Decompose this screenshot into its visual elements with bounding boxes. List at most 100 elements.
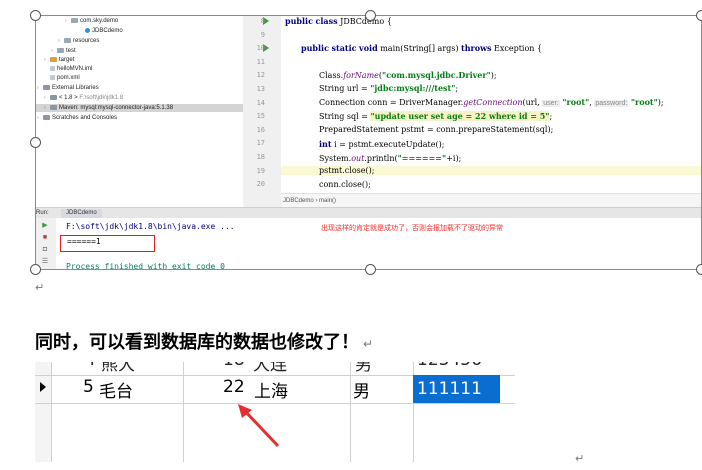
tree-item-label: helloMVN.iml — [57, 66, 93, 72]
success-annotation: 出现这样的肯定就是成功了，否则会报加载不了驱动的异常 — [321, 224, 503, 232]
current-row-indicator-icon — [40, 382, 46, 392]
cut-row-id: 4 — [85, 362, 96, 370]
tree-item-path: F:\soft\jdk\jdk1.8 — [77, 95, 124, 101]
red-arrow-icon — [238, 404, 280, 448]
row-city[interactable]: 上海 — [254, 377, 288, 402]
cut-row-gender: 男 — [355, 362, 372, 375]
param-hint-password: password: — [594, 100, 629, 107]
paragraph-mark: ↵ — [35, 281, 45, 294]
code-line-20: conn.close(); — [319, 180, 371, 189]
tree-item[interactable]: › resources — [35, 37, 99, 45]
folder-icon — [71, 17, 78, 23]
run-side-toolbar: ▶ ■ ◘ ☰ — [35, 218, 56, 270]
breadcrumb-class[interactable]: JDBCdemo — [283, 198, 314, 204]
param-hint-user: user: — [542, 100, 560, 107]
folder-icon — [50, 94, 57, 100]
tree-item[interactable]: › target — [35, 56, 74, 64]
file-icon — [50, 65, 55, 71]
folder-icon — [43, 84, 50, 90]
row-header-column — [35, 362, 52, 462]
code-line-17: int i = pstmt.executeUpdate(); — [319, 139, 445, 149]
console-finished-line: Process finished with exit code 0 — [66, 262, 225, 270]
tree-item[interactable]: › Scratches and Consoles — [35, 114, 117, 122]
code-line-12: Class.forName("com.mysql.jdbc.Driver"); — [319, 70, 497, 80]
code-line-15: String sql = "update user set age = 22 w… — [319, 111, 553, 121]
tree-item[interactable]: › test — [35, 47, 76, 55]
folder-icon — [64, 37, 71, 43]
layout-icon[interactable]: ☰ — [41, 258, 49, 265]
tree-item-label: JDBCdemo — [92, 28, 123, 34]
row-age[interactable]: 22 — [223, 377, 245, 397]
row-id[interactable]: 5 — [83, 377, 94, 397]
rerun-icon[interactable]: ▶ — [41, 222, 49, 229]
tree-item[interactable]: pom.xml — [35, 74, 80, 82]
tree-item-label: pom.xml — [57, 75, 80, 81]
tree-item[interactable]: › Maven: mysql:mysql-connector-java:5.1.3… — [35, 104, 252, 112]
ide-screenshot: › com.sky.demo JDBCdemo › resources › test › tar… — [35, 15, 702, 270]
resize-handle-tl[interactable] — [30, 10, 41, 21]
tree-item-label: External Libraries — [52, 85, 99, 91]
console-command-line: F:\soft\jdk\jdk1.8\bin\java.exe ... — [66, 222, 235, 231]
class-icon — [85, 27, 90, 33]
tree-item[interactable]: › com.sky.demo — [35, 17, 118, 25]
tree-item-label: com.sky.demo — [80, 18, 119, 24]
code-line-8: public class JDBCdemo { — [285, 16, 392, 26]
cut-row-age: 18 — [223, 362, 245, 370]
row-password-selected[interactable]: 111111 — [413, 375, 500, 403]
cut-row-name: 熊大 — [101, 362, 135, 375]
line-number: 13 — [256, 85, 265, 93]
resize-handle-bl[interactable] — [30, 264, 41, 275]
code-line-10: public static void main(String[] args) t… — [301, 43, 543, 53]
row-gender[interactable]: 男 — [353, 377, 370, 402]
code-line-13: String url = "jdbc:mysql:///test"; — [319, 83, 459, 93]
project-tree: › com.sky.demo JDBCdemo › resources › test › tar… — [35, 15, 252, 207]
code-line-16: PreparedStatement pstmt = conn.prepareSt… — [319, 125, 554, 134]
run-label: Run: — [36, 210, 49, 216]
line-number: 9 — [260, 30, 265, 39]
console-output-line: ======1 — [67, 237, 101, 246]
cut-row-password: 123456 — [417, 362, 482, 370]
cut-row-city: 大连 — [253, 362, 287, 375]
line-number: 19 — [256, 166, 265, 175]
line-number: 8 — [260, 17, 265, 25]
line-number: 15 — [256, 112, 265, 121]
stop-icon[interactable]: ■ — [41, 234, 49, 241]
tree-item-label: Scratches and Consoles — [52, 115, 118, 121]
resize-handle-ml[interactable] — [30, 137, 41, 148]
row-name[interactable]: 毛台 — [99, 377, 133, 402]
folder-icon — [50, 104, 57, 110]
camera-icon[interactable]: ◘ — [41, 246, 49, 253]
tree-item[interactable]: JDBCdemo — [35, 27, 123, 35]
line-number: 16 — [256, 125, 265, 134]
section-heading: 同时，可以看到数据库的数据也修改了！ ↵ — [35, 332, 374, 353]
code-line-14: Connection conn = DriverManager.getConne… — [319, 97, 664, 107]
resize-handle-tc[interactable] — [365, 10, 376, 21]
line-number: 20 — [256, 180, 265, 189]
breadcrumb: JDBCdemo › main() — [281, 193, 702, 208]
line-number: 18 — [256, 153, 265, 161]
breadcrumb-method[interactable]: main() — [319, 198, 336, 204]
tree-item[interactable]: › External Libraries — [35, 84, 99, 92]
tree-item-label: < 1.8 > — [59, 95, 78, 101]
line-number: 17 — [256, 139, 265, 148]
resize-handle-bc[interactable] — [365, 264, 376, 275]
code-editor[interactable]: public class JDBCdemo { public static vo… — [281, 15, 702, 193]
line-number: 11 — [256, 57, 265, 66]
run-console[interactable]: F:\soft\jdk\jdk1.8\bin\java.exe ... ====… — [56, 218, 702, 270]
file-icon — [50, 74, 55, 80]
tree-item[interactable]: › < 1.8 > F:\soft\jdk\jdk1.8 — [35, 94, 123, 102]
tree-item-label: test — [66, 48, 76, 54]
code-line-18: System.out.println("======"+i); — [319, 153, 462, 163]
paragraph-mark-end: ↵ — [575, 452, 585, 465]
line-number: 12 — [256, 71, 265, 80]
run-tab-jdbcdemo[interactable]: JDBCdemo — [61, 209, 102, 218]
tree-item-label: Maven: mysql:mysql-connector-java:5.1.38 — [59, 105, 174, 111]
resize-handle-br[interactable] — [696, 264, 702, 275]
line-number: 10 — [256, 44, 265, 53]
folder-icon — [50, 56, 57, 62]
resize-handle-tr[interactable] — [696, 10, 702, 21]
folder-icon — [57, 47, 64, 53]
code-line-19: pstmt.close(); — [281, 166, 702, 175]
tree-item-label: target — [59, 57, 75, 63]
tree-item[interactable]: helloMVN.iml — [35, 65, 92, 73]
